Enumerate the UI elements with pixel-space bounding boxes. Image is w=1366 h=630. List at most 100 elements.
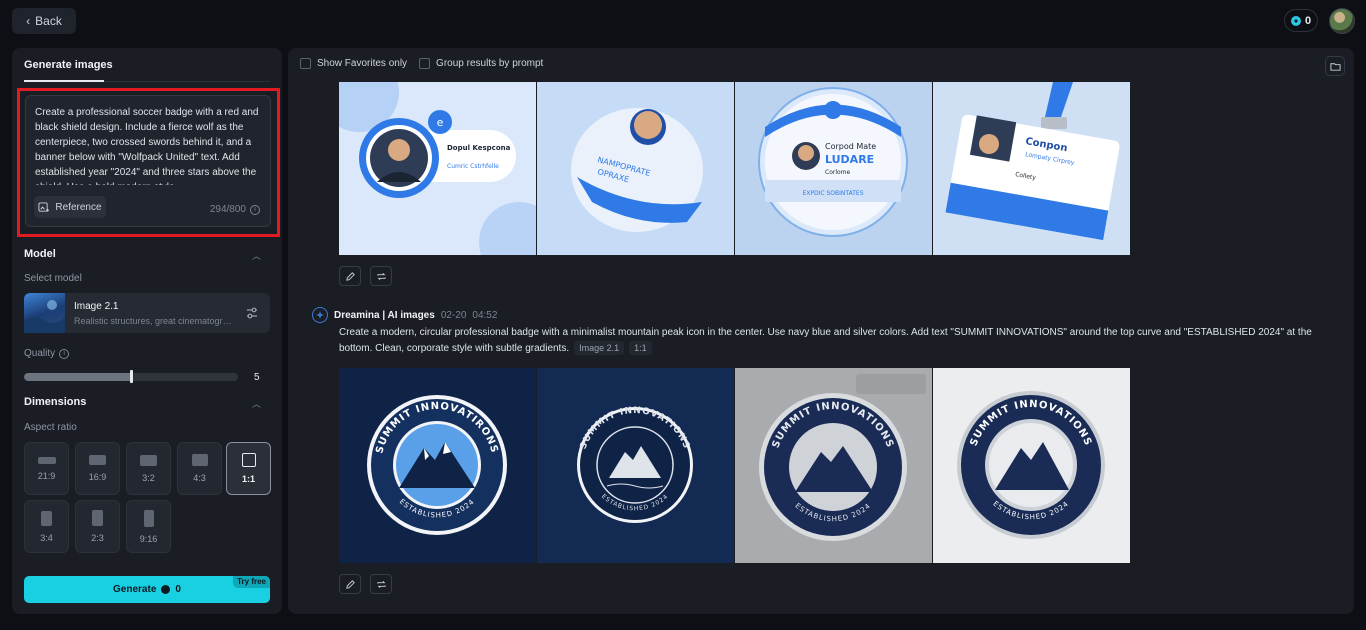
generation-date: 02-20: [440, 309, 467, 321]
folder-icon: [1329, 62, 1341, 71]
quality-slider-handle[interactable]: [130, 370, 133, 383]
aspect-9-16-icon: [143, 509, 154, 527]
aspect-3-4-button[interactable]: 3:4: [24, 500, 69, 553]
pencil-icon: [345, 579, 355, 589]
aspect-label: 3:2: [142, 472, 155, 483]
image-grid-row-1: e Dopul Kespcona Cumric Cstrhfelle NAMPO…: [339, 82, 1130, 255]
aspect-label: 1:1: [241, 474, 255, 484]
model-tag: Image 2.1: [574, 341, 625, 355]
credits-badge[interactable]: 0: [1284, 9, 1318, 32]
quality-slider-fill: [24, 373, 131, 381]
badge-main: LUDARE: [825, 153, 874, 166]
generation-author: Dreamina | AI images: [334, 309, 435, 321]
avatar[interactable]: [1329, 8, 1355, 34]
generated-image[interactable]: SUMMIT INNOVATIONS ESTABLISHED 2024: [537, 368, 734, 563]
checkbox[interactable]: [419, 58, 431, 69]
ratio-tag: 1:1: [629, 341, 652, 355]
generate-cost: 0: [175, 584, 181, 595]
aspect-label: 9:16: [139, 533, 158, 544]
image-add-icon: [38, 201, 50, 212]
aspect-3-2-icon: [140, 454, 157, 466]
aspect-4-3-button[interactable]: 4:3: [177, 442, 222, 495]
info-icon[interactable]: i: [250, 204, 260, 215]
generated-image[interactable]: SUMMIT INNOVATIONS ESTABLISHED 2024: [735, 368, 932, 563]
prompt-text: Create a modern, circular professional b…: [339, 327, 1312, 354]
generated-image[interactable]: Conpon Lompaty Cirprey Collety: [933, 82, 1130, 255]
aspect-1-1-icon: [241, 453, 256, 467]
aspect-21-9-button[interactable]: 21:9: [24, 442, 69, 495]
aspect-label: 4:3: [193, 473, 206, 483]
try-free-badge: Try free: [233, 576, 270, 588]
reference-button[interactable]: Reference: [34, 196, 106, 218]
back-button[interactable]: ‹ Back: [12, 8, 76, 34]
aspect-label: 2:3: [91, 533, 104, 543]
dimensions-section-title: Dimensions: [24, 396, 87, 408]
chevron-up-icon[interactable]: ︿: [252, 249, 261, 262]
badge-footer: EXPDIC SOBINTATES: [802, 190, 863, 197]
info-icon[interactable]: i: [59, 348, 70, 359]
credit-icon: [1290, 15, 1301, 26]
generated-image[interactable]: NAMPOPRATE OPRAXE: [537, 82, 734, 255]
aspect-label: 21:9: [37, 470, 56, 481]
aspect-4-3-icon: [191, 454, 208, 466]
select-model-text: Select model: [24, 273, 82, 284]
aspect-16-9-icon: [89, 455, 106, 465]
aspect-3-2-button[interactable]: 3:2: [126, 442, 171, 495]
generate-label: Generate: [113, 584, 157, 595]
aspect-1-1-button[interactable]: 1:1: [226, 442, 271, 495]
checkbox[interactable]: [300, 58, 311, 69]
generated-image[interactable]: e Dopul Kespcona Cumric Cstrhfelle: [339, 82, 536, 255]
sliders-icon[interactable]: [245, 306, 259, 320]
generated-image[interactable]: SUMMIT INNOVATIONS ESTABLISHED 2024: [933, 368, 1130, 563]
generation-time: 04:52: [472, 309, 498, 321]
generated-image[interactable]: SUMMIT INNOVATIRONS ESTABLISHED 2024: [339, 368, 536, 563]
quality-text: Quality: [24, 348, 56, 359]
credit-icon: [161, 585, 171, 594]
group-by-prompt-toggle[interactable]: Group results by prompt: [419, 58, 543, 69]
credits-count: 0: [1304, 14, 1312, 27]
results-panel: Show Favorites only Group results by pro…: [288, 48, 1354, 614]
reference-label: Reference: [55, 201, 102, 213]
aspect-ratio-text: Aspect ratio: [24, 422, 77, 433]
edit-button[interactable]: [339, 574, 361, 594]
generate-button[interactable]: Generate 0 Try free: [24, 576, 270, 603]
model-name: Image 2.1: [74, 301, 119, 312]
top-bar: ‹ Back 0: [0, 0, 1366, 44]
aspect-ratio-label: Aspect ratio: [24, 422, 77, 433]
generation-prompt[interactable]: Create a modern, circular professional b…: [339, 325, 1324, 357]
model-section-title: Model: [24, 248, 56, 260]
chevron-up-icon[interactable]: ︿: [252, 397, 261, 410]
char-count-text: 294/800: [209, 204, 246, 215]
tab-generate-images[interactable]: Generate images: [24, 59, 113, 71]
generate-panel: Generate images Create a professional so…: [12, 48, 282, 614]
char-count: 294/800 i: [210, 204, 260, 215]
aspect-2-3-button[interactable]: 2:3: [75, 500, 120, 553]
tab-active-indicator: [24, 80, 104, 82]
repeat-icon: [376, 272, 386, 280]
aspect-16-9-button[interactable]: 16:9: [75, 442, 120, 495]
badge-title: Corpod Mate: [825, 142, 876, 151]
aspect-3-4-icon: [41, 510, 52, 526]
prompt-box: Create a professional soccer badge with …: [25, 95, 271, 227]
generated-image[interactable]: Corpod Mate LUDARE Corlome EXPDIC SOBINT…: [735, 82, 932, 255]
edit-button[interactable]: [339, 266, 361, 286]
aspect-9-16-button[interactable]: 9:16: [126, 500, 171, 553]
regenerate-button[interactable]: [370, 266, 392, 286]
aspect-label: 16:9: [88, 472, 107, 482]
dreamina-logo-icon: [312, 307, 328, 323]
repeat-icon: [376, 580, 386, 588]
select-model-label: Select model: [24, 273, 82, 284]
show-favorites-toggle[interactable]: Show Favorites only: [300, 58, 407, 69]
image-grid-row-2: SUMMIT INNOVATIRONS ESTABLISHED 2024 SUM…: [339, 368, 1130, 563]
aspect-label: 3:4: [40, 532, 53, 543]
group-by-prompt-label: Group results by prompt: [436, 58, 544, 69]
folder-button[interactable]: [1325, 56, 1345, 76]
regenerate-button[interactable]: [370, 574, 392, 594]
model-selector[interactable]: Image 2.1 Realistic structures, great ci…: [24, 293, 270, 333]
back-label: Back: [35, 14, 62, 28]
aspect-2-3-icon: [92, 510, 103, 526]
prompt-input[interactable]: Create a professional soccer badge with …: [35, 105, 263, 185]
filter-bar: Show Favorites only Group results by pro…: [300, 58, 543, 69]
badge-sub: Corlome: [825, 169, 851, 176]
badge-line: Cumric Cstrhfelle: [447, 163, 499, 170]
